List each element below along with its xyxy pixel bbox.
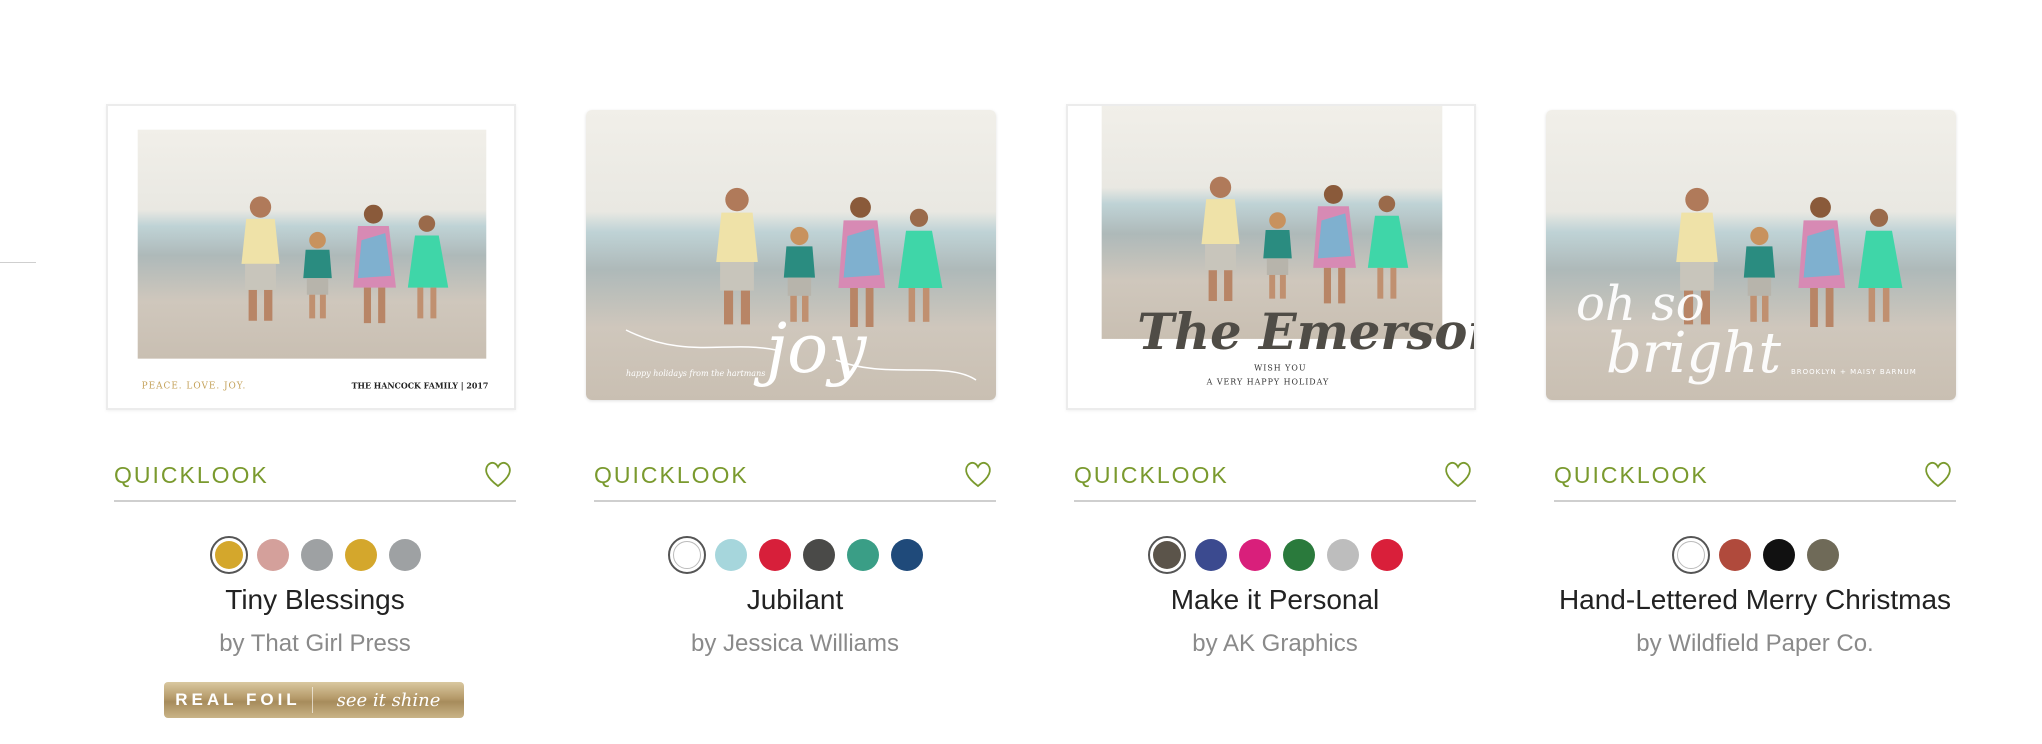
swatch-5[interactable] (1324, 536, 1362, 574)
swatch-4[interactable] (1280, 536, 1318, 574)
swatch-2[interactable] (254, 536, 292, 574)
swatch-5[interactable] (386, 536, 424, 574)
product-card: oh so bright BROOKLYN + MAISY BARNUM QUI… (1540, 100, 1960, 740)
swatch-3[interactable] (756, 536, 794, 574)
product-grid: PEACE. LOVE. JOY. THE HANCOCK FAMILY | 2… (100, 100, 1990, 740)
swatch-2[interactable] (1192, 536, 1230, 574)
swatch-1[interactable] (668, 536, 706, 574)
swatch-4[interactable] (800, 536, 838, 574)
swatch-5[interactable] (844, 536, 882, 574)
product-image-jubilant[interactable]: joy happy holidays from the hartmans (586, 110, 996, 400)
quicklook-link[interactable]: QUICKLOOK (1074, 462, 1229, 489)
swatch-1[interactable] (210, 536, 248, 574)
quicklook-row: QUICKLOOK (1074, 456, 1476, 502)
product-image-hand-lettered-merry-christmas[interactable]: oh so bright BROOKLYN + MAISY BARNUM (1546, 110, 1956, 400)
product-title[interactable]: Make it Personal (1074, 584, 1476, 616)
swatch-6[interactable] (888, 536, 926, 574)
swatch-1[interactable] (1148, 536, 1186, 574)
product-title[interactable]: Hand-Lettered Merry Christmas (1554, 584, 1956, 616)
product-byline[interactable]: by Jessica Williams (594, 630, 996, 658)
product-title[interactable]: Jubilant (594, 584, 996, 616)
left-divider (0, 262, 36, 263)
quicklook-link[interactable]: QUICKLOOK (594, 462, 749, 489)
color-swatches (580, 536, 1000, 574)
swatch-3[interactable] (1760, 536, 1798, 574)
card-small-text: happy holidays from the hartmans (626, 369, 765, 378)
product-card: PEACE. LOVE. JOY. THE HANCOCK FAMILY | 2… (100, 100, 520, 740)
foil-badge-label: REAL FOIL (175, 690, 301, 709)
foil-badge-tagline: see it shine (336, 689, 441, 711)
product-byline[interactable]: by That Girl Press (114, 630, 516, 658)
product-byline[interactable]: by Wildfield Paper Co. (1554, 630, 1956, 658)
product-image-make-it-personal[interactable]: The Emersons WISH YOU A VERY HAPPY HOLID… (1066, 104, 1476, 410)
swatch-3[interactable] (298, 536, 336, 574)
card-text-right: THE HANCOCK FAMILY | 2017 (352, 381, 489, 390)
quicklook-row: QUICKLOOK (114, 456, 516, 502)
swatch-6[interactable] (1368, 536, 1406, 574)
swatch-3[interactable] (1236, 536, 1274, 574)
card-small-text-2: A VERY HAPPY HOLIDAY (1206, 377, 1330, 386)
card-small-text: BROOKLYN + MAISY BARNUM (1791, 368, 1917, 376)
heart-icon[interactable] (962, 458, 994, 490)
heart-icon[interactable] (1922, 458, 1954, 490)
product-card: The Emersons WISH YOU A VERY HAPPY HOLID… (1060, 100, 1480, 740)
quicklook-link[interactable]: QUICKLOOK (1554, 462, 1709, 489)
card-small-text-1: WISH YOU (1254, 364, 1306, 373)
quicklook-row: QUICKLOOK (594, 456, 996, 502)
card-script-text-2: bright (1606, 321, 1781, 386)
swatch-2[interactable] (712, 536, 750, 574)
quicklook-link[interactable]: QUICKLOOK (114, 462, 269, 489)
product-byline[interactable]: by AK Graphics (1074, 630, 1476, 658)
color-swatches (1540, 536, 1960, 574)
card-text-left: PEACE. LOVE. JOY. (142, 381, 247, 391)
color-swatches (100, 536, 520, 574)
swatch-1[interactable] (1672, 536, 1710, 574)
card-script-text: The Emersons (1137, 303, 1474, 361)
product-image-tiny-blessings[interactable]: PEACE. LOVE. JOY. THE HANCOCK FAMILY | 2… (106, 104, 516, 410)
heart-icon[interactable] (482, 458, 514, 490)
color-swatches (1060, 536, 1480, 574)
heart-icon[interactable] (1442, 458, 1474, 490)
real-foil-badge: REAL FOIL see it shine (164, 682, 464, 718)
swatch-4[interactable] (1804, 536, 1842, 574)
product-title[interactable]: Tiny Blessings (114, 584, 516, 616)
swatch-2[interactable] (1716, 536, 1754, 574)
swatch-4[interactable] (342, 536, 380, 574)
quicklook-row: QUICKLOOK (1554, 456, 1956, 502)
product-card: joy happy holidays from the hartmans QUI… (580, 100, 1000, 740)
